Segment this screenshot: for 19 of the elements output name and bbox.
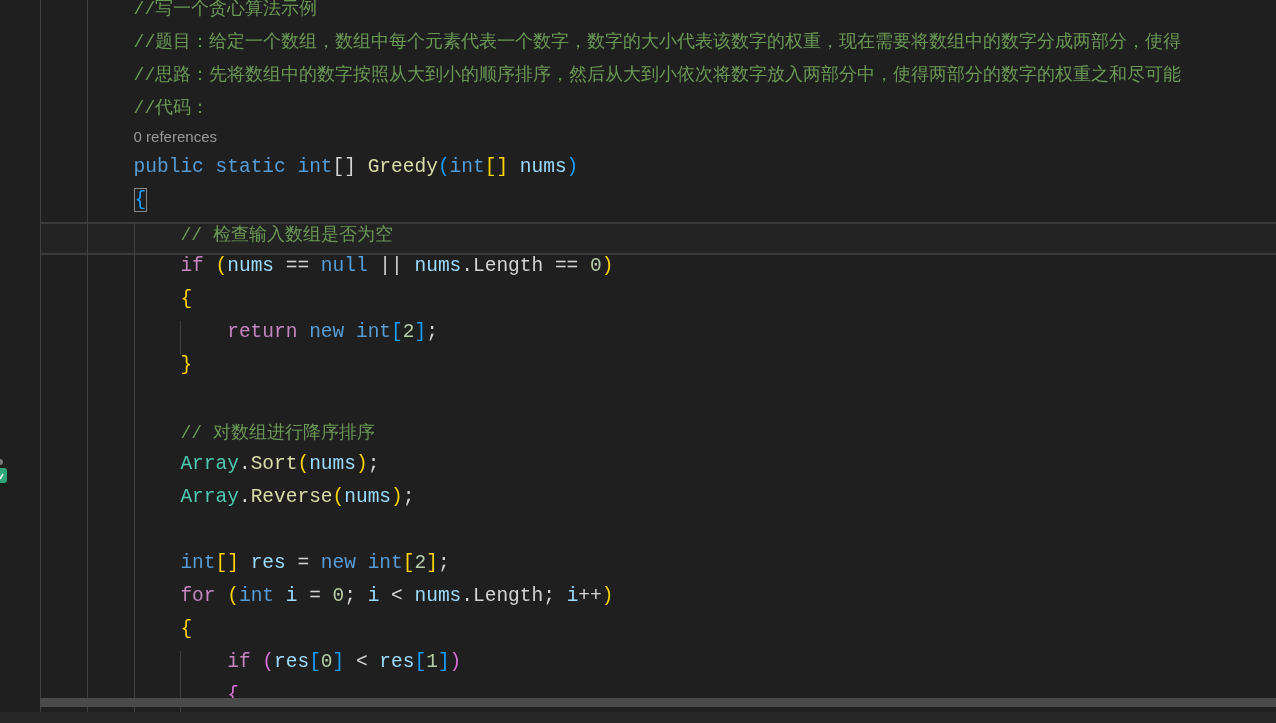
code-comment: //题目：给定一个数组，数组中每个元素代表一个数字，数字的大小代表该数字的权重，现在需要将数组中的数字分成两部分，使得 bbox=[133, 31, 1182, 54]
code-comment: //思路：先将数组中的数字按照从大到小的顺序排序，然后从大到小依次将数字放入两部分中，使得两部分的数字的权重之和尽可能 bbox=[133, 64, 1182, 87]
code-line: if (nums == null || nums.Length == 0) bbox=[180, 255, 614, 279]
horizontal-scrollbar[interactable] bbox=[40, 698, 1276, 707]
code-comment: //代码： bbox=[133, 97, 210, 120]
check-icon[interactable] bbox=[0, 458, 8, 484]
references-link[interactable]: 0 references bbox=[133, 128, 217, 156]
code-line: return new int[2]; bbox=[227, 321, 438, 345]
code-line: int[] res = new int[2]; bbox=[180, 552, 450, 576]
code-line: if (res[0] < res[1]) bbox=[227, 651, 462, 675]
code-line: { bbox=[180, 288, 193, 312]
code-line: Array.Reverse(nums); bbox=[180, 486, 415, 510]
code-comment: // 对数组进行降序排序 bbox=[180, 422, 375, 445]
code-line: for (int i = 0; i < nums.Length; i++) bbox=[180, 585, 614, 609]
code-comment: // 检查输入数组是否为空 bbox=[180, 224, 393, 247]
code-line: public static int[] Greedy(int[] nums) bbox=[133, 156, 579, 180]
code-line: } bbox=[180, 354, 193, 378]
code-line: Array.Sort(nums); bbox=[180, 453, 380, 477]
code-line: { bbox=[180, 618, 193, 642]
